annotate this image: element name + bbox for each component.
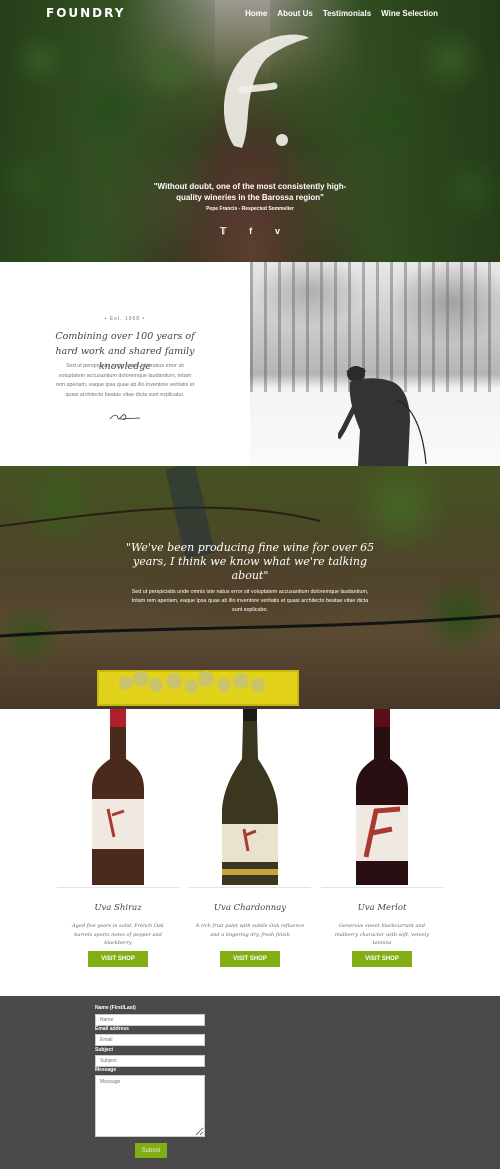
wine-description: Generous sweet blackcurrant and mulberry…	[334, 923, 430, 946]
nav-about-us[interactable]: About Us	[277, 9, 313, 18]
visit-shop-button[interactable]: VISIT SHOP	[352, 951, 412, 967]
hero-quote: "Without doubt, one of the most consiste…	[153, 182, 347, 202]
visit-shop-button[interactable]: VISIT SHOP	[88, 951, 148, 967]
hero-author: Pepe Francis - Respected Sommelier	[206, 206, 294, 212]
established-label: • Est. 1968 •	[104, 316, 146, 322]
about-section: • Est. 1968 • Combining over 100 years o…	[0, 262, 250, 466]
visit-shop-button[interactable]: VISIT SHOP	[220, 951, 280, 967]
subject-label: Subject	[95, 1047, 114, 1053]
nav-testimonials[interactable]: Testimonials	[323, 9, 371, 18]
worker-silhouette	[338, 366, 427, 466]
twitter-icon[interactable]: 𝕋	[220, 226, 226, 237]
message-field[interactable]	[95, 1075, 205, 1137]
nav-wine-selection[interactable]: Wine Selection	[381, 9, 438, 18]
email-field[interactable]	[95, 1034, 205, 1046]
grape-crate	[97, 670, 299, 706]
wine-description: Aged five years in solid, French Oak bar…	[72, 923, 164, 946]
testimonial-body: Sed ut perspiciatis unde omnis iste natu…	[131, 589, 369, 613]
wine-name: Uva Merlot	[357, 903, 407, 913]
subject-field[interactable]	[95, 1055, 205, 1067]
wine-description: A rich fruit palet with subtle Oak influ…	[195, 923, 305, 938]
wine-name: Uva Chardonnay	[213, 903, 287, 913]
brand-mark-icon	[223, 34, 309, 148]
wine-name: Uva Shiraz	[94, 903, 142, 913]
name-label: Name (First/Last)	[95, 1005, 136, 1011]
wine-card: Uva Chardonnay A rich fruit palet with s…	[189, 709, 311, 996]
signature-icon	[109, 414, 141, 420]
hero-section: FOUNDRY Home About Us Testimonials Wine …	[0, 0, 500, 262]
wine-card: Uva Merlot Generous sweet blackcurrant a…	[321, 709, 443, 996]
contact-form: Name (First/Last) Email address Subject …	[0, 996, 500, 1169]
wine-card: Uva Shiraz Aged five years in solid, Fre…	[57, 709, 179, 996]
nav-home[interactable]: Home	[245, 9, 267, 18]
shiraz-bottle-image	[92, 709, 144, 885]
vimeo-icon[interactable]: v	[275, 226, 280, 237]
social-links: 𝕋 f v	[220, 226, 280, 237]
testimonial-quote: "We've been producing fine wine for over…	[125, 541, 375, 582]
message-label: Message	[95, 1067, 117, 1073]
chardonnay-bottle-image	[222, 709, 278, 885]
site-logo[interactable]: FOUNDRY	[46, 6, 125, 20]
submit-button[interactable]: Submit	[135, 1143, 167, 1158]
testimonial-section: "We've been producing fine wine for over…	[0, 466, 500, 709]
email-label: Email address	[95, 1026, 129, 1032]
facebook-icon[interactable]: f	[249, 226, 252, 237]
name-field[interactable]	[95, 1014, 205, 1026]
worker-photo	[250, 262, 500, 466]
wine-selection: Uva Shiraz Aged five years in solid, Fre…	[0, 709, 500, 996]
main-nav: Home About Us Testimonials Wine Selectio…	[245, 9, 438, 18]
about-body: Sed ut perspiciatis unde omnis iste natu…	[55, 363, 195, 398]
merlot-bottle-image	[356, 709, 408, 885]
